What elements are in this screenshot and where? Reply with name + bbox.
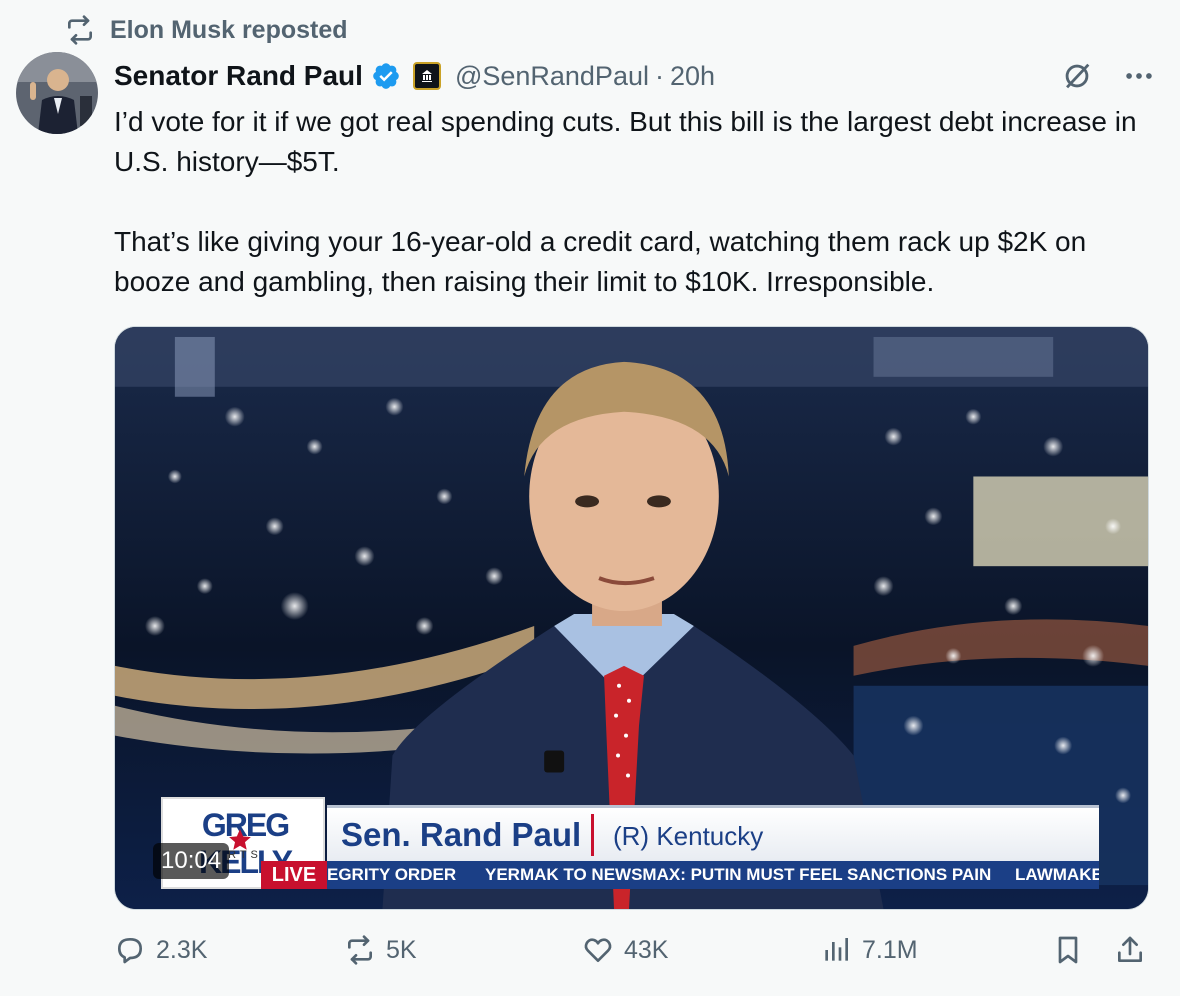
bookmark-icon — [1058, 936, 1078, 964]
name-divider — [591, 814, 594, 856]
live-badge: LIVE — [261, 861, 327, 889]
author-avatar[interactable] — [16, 52, 98, 134]
guest-affiliation: (R) Kentucky — [613, 821, 764, 851]
share-icon — [1118, 936, 1142, 962]
share-button[interactable] — [1114, 934, 1146, 966]
repost-indicator[interactable]: Elon Musk reposted — [64, 14, 348, 46]
separator-dot: · — [654, 60, 664, 91]
views-button[interactable]: 7.1M — [820, 934, 918, 966]
tweet-header: Senator Rand Paul @SenRandPaul · 20h — [114, 56, 1156, 96]
tweet-text: I’d vote for it if we got real spending … — [114, 102, 1164, 302]
video-duration: 10:04 — [153, 843, 230, 879]
author-handle[interactable]: @SenRandPaul — [455, 61, 649, 92]
repost-count: 5K — [386, 935, 417, 964]
view-count: 7.1M — [862, 935, 918, 964]
name-bar: Sen. Rand Paul (R) Kentucky — [327, 805, 1099, 861]
more-icon[interactable] — [1122, 59, 1156, 93]
government-badge-icon[interactable] — [412, 62, 441, 90]
ticker-item: EGRITY ORDER — [327, 865, 457, 884]
reply-icon — [118, 938, 142, 964]
ticker-item: LAWMAKE — [1015, 865, 1099, 884]
views-icon — [825, 938, 848, 961]
verified-badge-icon[interactable] — [371, 61, 401, 91]
tweet-paragraph: I’d vote for it if we got real spending … — [114, 106, 1137, 177]
reply-count: 2.3K — [156, 935, 208, 964]
post-time[interactable]: 20h — [670, 61, 715, 92]
repost-label[interactable]: Elon Musk reposted — [110, 16, 348, 45]
repost-button[interactable]: 5K — [344, 934, 417, 966]
ticker-item: YERMAK TO NEWSMAX: PUTIN MUST FEEL SANCT… — [485, 865, 992, 884]
bookmark-button[interactable] — [1052, 934, 1084, 966]
author-name[interactable]: Senator Rand Paul — [114, 60, 363, 92]
grok-icon[interactable] — [1060, 59, 1094, 93]
reply-button[interactable]: 2.3K — [114, 934, 207, 966]
like-count: 43K — [624, 935, 669, 964]
like-button[interactable]: 43K — [582, 934, 668, 966]
header-actions — [1060, 59, 1156, 93]
guest-name: Sen. Rand Paul — [341, 816, 582, 853]
tweet-paragraph: That’s like giving your 16-year-old a cr… — [114, 226, 1087, 297]
news-ticker: EGRITY ORDER YERMAK TO NEWSMAX: PUTIN MU… — [327, 861, 1099, 889]
repost-icon — [68, 15, 92, 45]
heart-icon — [584, 938, 612, 962]
video-player[interactable]: GREG KELLY RTS LIVE Sen. Rand Paul (R) K… — [114, 326, 1149, 910]
action-bar: 2.3K 5K 43K 7.1M — [114, 934, 1154, 978]
repost-icon — [348, 935, 372, 965]
